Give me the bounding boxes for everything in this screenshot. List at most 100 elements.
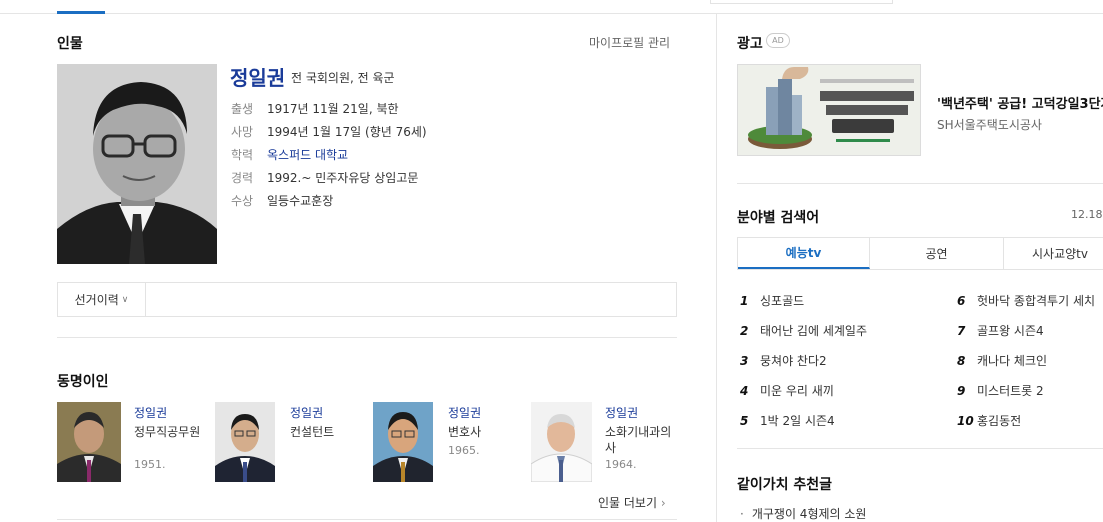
keyword-rank: 4 <box>740 384 749 398</box>
recommend-section-title: 같이가치 추천글 <box>737 477 833 493</box>
homonym-card[interactable]: 정일권 정무직공무원 1951. <box>57 402 207 484</box>
keyword-section-title: 분야별 검색어 <box>737 210 820 226</box>
homonym-photo[interactable] <box>57 402 121 482</box>
homonym-name[interactable]: 정일권 <box>448 404 481 421</box>
keyword-rank: 1 <box>740 294 749 308</box>
ad-headline-link[interactable]: '백년주택' 공급! 고덕강일3단지 <box>937 93 1103 112</box>
homonym-name[interactable]: 정일권 <box>605 404 638 421</box>
homonym-job: 변호사 <box>448 425 482 439</box>
keyword-text: 헛바닥 종합격투기 세치 <box>977 294 1096 308</box>
person-section-title: 인물 <box>57 36 83 52</box>
recommend-item-text: 개구쟁이 4형제의 소원 <box>751 507 867 521</box>
keyword-item[interactable]: 3 뭉쳐야 찬다2 <box>740 352 827 369</box>
homonym-card[interactable]: 정일권 변호사 1965. <box>373 402 523 484</box>
keyword-item[interactable]: 7 골프왕 시즌4 <box>957 322 1044 339</box>
person-name[interactable]: 정일권 <box>230 62 285 91</box>
election-history-box: 선거이력 ∨ <box>57 282 677 317</box>
keyword-item[interactable]: 9 미스터트롯 2 <box>957 382 1044 399</box>
keyword-text: 뭉쳐야 찬다2 <box>760 354 827 368</box>
recommend-item[interactable]: · 개구쟁이 4형제의 소원 <box>740 505 866 522</box>
keyword-rank: 9 <box>957 384 966 398</box>
homonym-name[interactable]: 정일권 <box>290 404 323 421</box>
keyword-text: 홍김동전 <box>977 414 1022 428</box>
keyword-rank: 5 <box>740 414 749 428</box>
info-label: 출생 <box>231 102 254 116</box>
top-divider <box>0 13 1103 14</box>
keyword-text: 미운 우리 새끼 <box>760 384 834 398</box>
keyword-rank: 3 <box>740 354 749 368</box>
chevron-right-icon: › <box>660 496 666 510</box>
keyword-rank: 10 <box>957 414 974 428</box>
keyword-tabs: 예능tv 공연 시사교양tv <box>737 237 1103 270</box>
keyword-item[interactable]: 6 헛바닥 종합격투기 세치 <box>957 292 1095 309</box>
homonym-job: 컨설턴트 <box>290 425 335 439</box>
ad-badge: AD <box>766 33 790 48</box>
ad-banner-image[interactable] <box>737 64 921 156</box>
ad-section-title: 광고 <box>737 36 763 52</box>
more-link-label: 인물 더보기 <box>598 496 658 510</box>
info-row-career: 경력 1992.~ 민주자유당 상임고문 <box>231 169 418 186</box>
chevron-down-icon: ∨ <box>121 294 129 305</box>
ad-advertiser[interactable]: SH서울주택도시공사 <box>937 116 1042 133</box>
homonym-year: 1951. <box>134 458 166 471</box>
homonym-section-title: 동명이인 <box>57 374 109 390</box>
info-label: 수상 <box>231 194 254 208</box>
homonym-photo[interactable] <box>215 402 275 482</box>
tab-current-affairs-tv[interactable]: 시사교양tv <box>1004 238 1103 269</box>
person-more-link[interactable]: 인물 더보기 › <box>598 494 666 511</box>
keyword-rank: 7 <box>957 324 966 338</box>
keyword-rank: 6 <box>957 294 966 308</box>
keyword-text: 골프왕 시즌4 <box>977 324 1044 338</box>
keyword-date: 12.18. <box>1071 208 1103 221</box>
homonym-name[interactable]: 정일권 <box>134 404 167 421</box>
section-divider <box>737 183 1103 184</box>
keyword-text: 싱포골드 <box>760 294 805 308</box>
keyword-text: 태어난 김에 세계일주 <box>760 324 867 338</box>
education-link[interactable]: 옥스퍼드 대학교 <box>267 148 348 162</box>
active-tab-indicator <box>57 11 105 14</box>
info-value: 일등수교훈장 <box>267 194 334 208</box>
homonym-card[interactable]: 정일권 소화기내과의사 1964. <box>531 402 681 484</box>
info-value: 1992.~ 민주자유당 상임고문 <box>267 171 419 185</box>
top-right-box <box>710 0 893 4</box>
keyword-text: 캐나다 체크인 <box>977 354 1048 368</box>
keyword-rank: 8 <box>957 354 966 368</box>
keyword-item[interactable]: 2 태어난 김에 세계일주 <box>740 322 867 339</box>
homonym-photo[interactable] <box>531 402 592 482</box>
keyword-item[interactable]: 8 캐나다 체크인 <box>957 352 1047 369</box>
info-row-award: 수상 일등수교훈장 <box>231 192 333 209</box>
homonym-year: 1964. <box>605 458 637 471</box>
person-description: 전 국회의원, 전 육군 <box>291 71 395 85</box>
keyword-text: 미스터트롯 2 <box>977 384 1044 398</box>
person-portrait[interactable] <box>57 64 217 264</box>
column-divider <box>716 14 717 522</box>
tab-entertainment-tv[interactable]: 예능tv <box>738 238 870 269</box>
section-divider <box>737 448 1103 449</box>
info-label: 학력 <box>231 148 254 162</box>
info-row-death: 사망 1994년 1월 17일 (향년 76세) <box>231 123 427 140</box>
keyword-item[interactable]: 4 미운 우리 새끼 <box>740 382 834 399</box>
homonym-job: 소화기내과의사 <box>605 425 672 455</box>
homonym-card[interactable]: 정일권 컨설턴트 <box>215 402 365 484</box>
keyword-item[interactable]: 10 홍김동전 <box>957 412 1021 429</box>
section-divider <box>57 337 677 338</box>
section-divider <box>57 519 677 520</box>
myprofile-manage-link[interactable]: 마이프로필 관리 <box>589 34 670 51</box>
homonym-job: 정무직공무원 <box>134 425 201 439</box>
info-row-birth: 출생 1917년 11월 21일, 북한 <box>231 100 399 117</box>
keyword-text: 1박 2일 시즌4 <box>760 414 835 428</box>
homonym-year: 1965. <box>448 444 480 457</box>
keyword-item[interactable]: 5 1박 2일 시즌4 <box>740 412 835 429</box>
election-history-button[interactable]: 선거이력 ∨ <box>58 283 146 316</box>
election-history-label: 선거이력 <box>74 293 119 307</box>
info-label: 사망 <box>231 125 254 139</box>
bullet-icon: · <box>740 507 744 521</box>
info-value: 1917년 11월 21일, 북한 <box>267 102 399 116</box>
info-value: 1994년 1월 17일 (향년 76세) <box>267 125 427 139</box>
info-label: 경력 <box>231 171 254 185</box>
info-row-education: 학력 옥스퍼드 대학교 <box>231 146 348 163</box>
keyword-rank: 2 <box>740 324 749 338</box>
homonym-photo[interactable] <box>373 402 433 482</box>
tab-performance[interactable]: 공연 <box>870 238 1004 269</box>
keyword-item[interactable]: 1 싱포골드 <box>740 292 804 309</box>
